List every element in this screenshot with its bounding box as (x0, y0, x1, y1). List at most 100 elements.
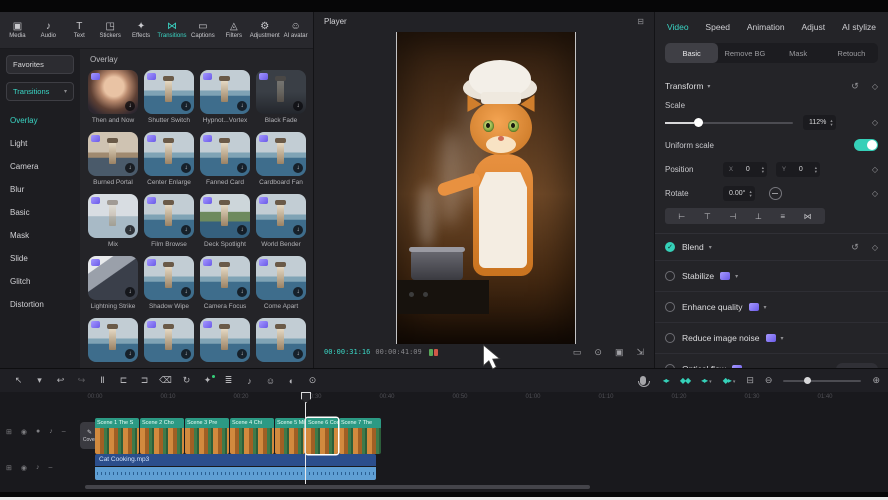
transition-item-fanned-card[interactable]: ↓Fanned Card (200, 132, 250, 187)
transition-item-item[interactable]: ↓ (144, 318, 194, 368)
snap-icon[interactable]: ◆◆ (680, 376, 690, 385)
track-mute-icon[interactable]: ♪ (36, 464, 40, 472)
preview-axis-icon[interactable]: ◆▸▾ (723, 376, 736, 385)
redo-icon[interactable]: ↪ (71, 375, 92, 386)
toolbar-item-text[interactable]: TText (64, 21, 95, 39)
scrollbar-handle[interactable] (85, 485, 590, 489)
checkbox-icon[interactable] (665, 333, 675, 343)
sidebar-item-blur[interactable]: Blur (6, 178, 74, 201)
chevron-down-icon[interactable]: ▾ (781, 335, 784, 342)
stepper-icons[interactable]: ▴▾ (830, 119, 832, 127)
clip-scene-6-coo[interactable]: Scene 6 Coo (306, 418, 338, 454)
feature-reduce-image-noise[interactable]: Reduce image noise▾ (665, 323, 878, 353)
quality-icon[interactable]: ▣ (615, 347, 624, 358)
transition-item-deck-spotlight[interactable]: ↓Deck Spotlight (200, 194, 250, 249)
voiceover-mic-icon[interactable] (640, 376, 646, 385)
keyframe-icon[interactable]: ◇ (872, 189, 878, 198)
sidebar-item-camera[interactable]: Camera (6, 155, 74, 178)
align-left-icon[interactable]: ⊢ (678, 212, 685, 221)
align-right-icon[interactable]: ⊣ (729, 212, 736, 221)
chevron-down-icon[interactable]: ▾ (735, 273, 738, 280)
chevron-down-icon[interactable]: ▾ (709, 244, 712, 251)
position-y-field[interactable]: Y 0 ▴▾ (776, 162, 820, 177)
toolbar-item-effects[interactable]: ✦Effects (126, 21, 157, 39)
delete-icon[interactable]: ⌫ (155, 375, 176, 386)
track-type-icon[interactable]: ⊞ (6, 464, 12, 472)
transition-item-lightning-strike[interactable]: ↓Lightning Strike (88, 256, 138, 311)
transition-item-shutter-switch[interactable]: ↓Shutter Switch (144, 70, 194, 125)
transition-item-item[interactable]: ↓ (200, 318, 250, 368)
align-center-h-icon[interactable]: ≡ (780, 212, 785, 221)
toolbar-item-ai-avatar[interactable]: ☺AI avatar (280, 21, 311, 39)
display-settings-icon[interactable]: ⊟ (746, 375, 754, 386)
checkbox-icon[interactable]: ✓ (665, 242, 675, 252)
clip-scene-3-pre[interactable]: Scene 3 Pre (185, 418, 229, 454)
audio-tool-icon[interactable]: ♪ (239, 376, 260, 386)
transition-item-item[interactable]: ↓ (256, 318, 306, 368)
tab-ai-stylize[interactable]: AI stylize (842, 22, 876, 32)
blend-row[interactable]: ✓ Blend ▾ ↺ ◇ (665, 234, 878, 260)
toolbar-item-media[interactable]: ▣Media (2, 21, 33, 39)
stepper-icons[interactable]: ▴▾ (749, 190, 751, 198)
track-color-icon[interactable]: ◉ (21, 464, 27, 472)
clip-scene-4-chi[interactable]: Scene 4 Chi (230, 418, 274, 454)
zoom-out-icon[interactable]: ⊖ (765, 375, 773, 386)
sidebar-item-distortion[interactable]: Distortion (6, 293, 74, 316)
stepper-icons[interactable]: ▴▾ (762, 166, 764, 174)
transition-item-then-and-now[interactable]: ↓Then and Now (88, 70, 138, 125)
transition-item-cardboard-fan[interactable]: ↓Cardboard Fan (256, 132, 306, 187)
transition-item-come-apart[interactable]: ↓Come Apart (256, 256, 306, 311)
transition-item-film-browse[interactable]: ↓Film Browse (144, 194, 194, 249)
clip-scene-2-cho[interactable]: Scene 2 Cho (140, 418, 184, 454)
feature-enhance-quality[interactable]: Enhance quality▾ (665, 292, 878, 322)
fullscreen-icon[interactable]: ⇲ (636, 347, 644, 358)
align-top-icon[interactable]: ⊤ (704, 212, 711, 221)
levels-icon[interactable]: ≣ (218, 375, 239, 386)
chevron-down-icon[interactable]: ▾ (764, 304, 767, 311)
subtab-remove-bg[interactable]: Remove BG (718, 43, 771, 63)
transition-item-mix[interactable]: ↓Mix (88, 194, 138, 249)
track-collapse-icon[interactable]: – (48, 464, 52, 472)
zoom-in-icon[interactable]: ⊕ (872, 375, 880, 386)
timeline-scrollbar[interactable] (0, 485, 888, 490)
align-center-v-icon[interactable]: ⋈ (804, 212, 812, 221)
player-menu-icon[interactable]: ⊟ (637, 17, 644, 26)
transition-item-hypnot-vortex[interactable]: ↓Hypnot...Vortex (200, 70, 250, 125)
scale-slider[interactable] (665, 122, 793, 124)
chevron-down-icon[interactable]: ▾ (707, 83, 710, 90)
subtab-basic[interactable]: Basic (665, 43, 718, 63)
trim-left-icon[interactable]: ⊏ (113, 375, 134, 386)
toolbar-item-captions[interactable]: ▭Captions (187, 21, 218, 39)
feature-optical-flow[interactable]: Optical flow▾ (665, 354, 878, 368)
sidebar-item-slide[interactable]: Slide (6, 247, 74, 270)
timeline-ruler[interactable]: 00:0000:1000:2000:3000:4000:5001:0001:10… (0, 392, 888, 406)
tab-adjust[interactable]: Adjust (801, 22, 825, 32)
record-tool-icon[interactable]: ⊙ (302, 375, 323, 386)
transition-item-item[interactable]: ↓ (88, 318, 138, 368)
select-tool-icon[interactable]: ↖ (8, 375, 29, 386)
smart-tool-icon[interactable]: ✦ (197, 375, 218, 386)
transition-item-world-bender[interactable]: ↓World Bender (256, 194, 306, 249)
sidebar-item-light[interactable]: Light (6, 132, 74, 155)
sidebar-item-mask[interactable]: Mask (6, 224, 74, 247)
audio-waveform[interactable] (95, 467, 376, 480)
ratio-icon[interactable]: ▭ (573, 347, 582, 358)
avatar-tool-icon[interactable]: ☺ (260, 376, 281, 386)
sidebar-item-basic[interactable]: Basic (6, 201, 74, 224)
clip-scene-1-the-s[interactable]: Scene 1 The S (95, 418, 139, 454)
rotate-dial-icon[interactable] (769, 187, 782, 200)
toolbar-item-stickers[interactable]: ◳Stickers (95, 21, 126, 39)
toolbar-item-audio[interactable]: ♪Audio (33, 21, 64, 39)
trim-right-icon[interactable]: ⊐ (134, 375, 155, 386)
toolbar-item-adjustment[interactable]: ⚙Adjustment (249, 21, 280, 39)
uniform-scale-toggle[interactable] (854, 139, 878, 151)
checkbox-icon[interactable] (665, 302, 675, 312)
toolbar-item-filters[interactable]: ◬Filters (218, 21, 249, 39)
keyframe-icon[interactable]: ◇ (872, 243, 878, 252)
tab-video[interactable]: Video (667, 22, 689, 32)
tool-caret-icon[interactable]: ▾ (29, 375, 50, 386)
contrast-tool-icon[interactable]: ◐ (281, 376, 302, 386)
undo-icon[interactable]: ↩ (50, 375, 71, 386)
snapshot-icon[interactable]: ⊙ (594, 347, 602, 358)
scale-value-field[interactable]: 112% ▴▾ (803, 115, 836, 130)
